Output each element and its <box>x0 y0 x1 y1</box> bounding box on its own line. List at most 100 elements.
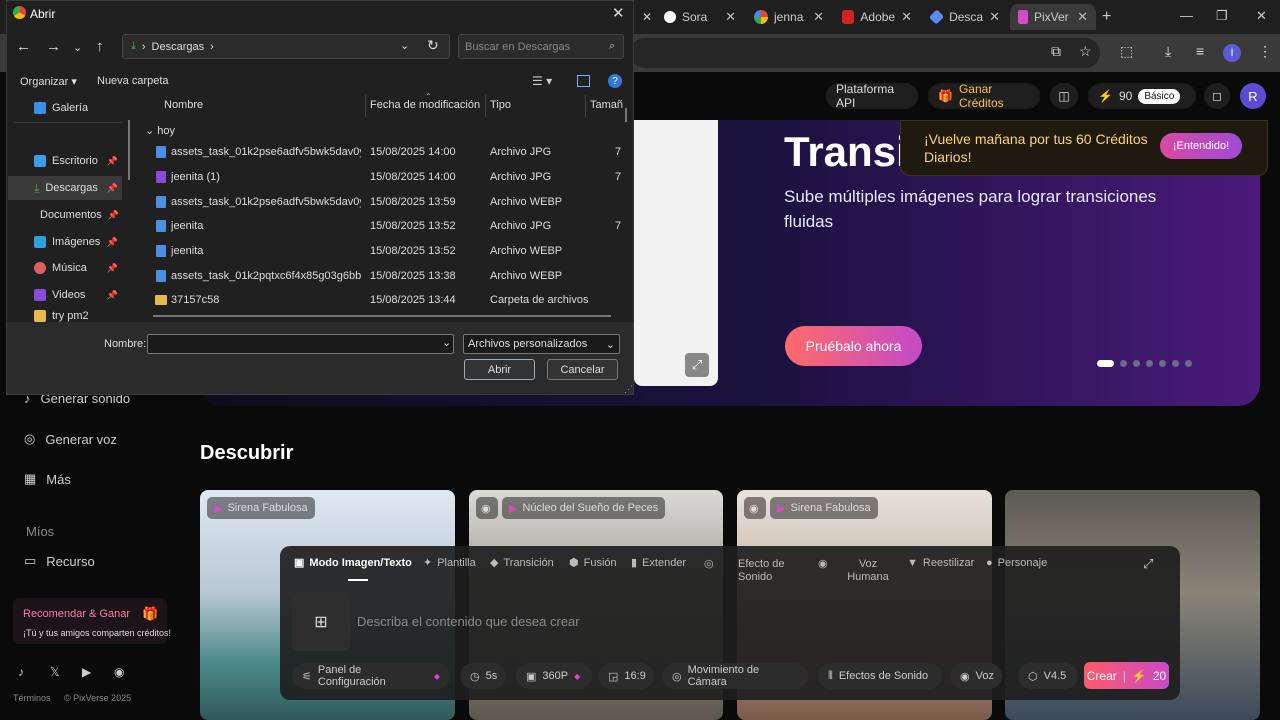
file-row[interactable]: jeenita 15/08/2025 13:52 Archivo WEBP <box>153 245 623 269</box>
view-options-icon[interactable]: ☰ ▾ <box>532 74 552 88</box>
profile-avatar[interactable]: I <box>1223 44 1241 62</box>
mode-image-text[interactable]: ▣ Modo Imagen/Texto <box>294 557 412 570</box>
carousel-dot[interactable] <box>1120 360 1127 367</box>
api-link[interactable]: Plataforma API <box>826 82 918 110</box>
mode-extend[interactable]: ▮ Extender <box>631 557 686 570</box>
carousel-dot[interactable] <box>1146 360 1153 367</box>
open-button[interactable]: Abrir <box>464 359 535 380</box>
group-header[interactable]: ⌄ hoy <box>145 124 175 137</box>
close-icon[interactable]: ✕ <box>989 9 1000 25</box>
window-close-icon[interactable]: ✕ <box>1256 8 1267 24</box>
preview-pane-icon[interactable] <box>577 75 590 87</box>
download-icon[interactable]: ⤓ <box>1165 43 1171 60</box>
file-row[interactable]: assets_task_01k2pse6adfv5bwk5dav0ygkr...… <box>153 146 623 170</box>
maximize-icon[interactable]: ❐ <box>1216 8 1228 24</box>
mode-sound-effect[interactable]: Efecto de Sonido <box>738 558 802 580</box>
column-header-type[interactable]: Tipo <box>490 99 511 111</box>
translate-icon[interactable]: ⧉ <box>1051 43 1061 60</box>
sidebar-item-recurso[interactable]: ▭ Recurso <box>24 553 95 569</box>
nav-item-downloads[interactable]: ⤓ Descargas 📌 <box>8 176 122 200</box>
organize-button[interactable]: Organizar ▾ <box>20 75 77 88</box>
sidebar-toggle-icon[interactable]: ◫ <box>1050 83 1078 109</box>
extensions-icon[interactable]: ⬚ <box>1120 43 1133 60</box>
help-icon[interactable]: ? <box>608 74 622 88</box>
x-icon[interactable]: 𝕏 <box>50 665 60 679</box>
nav-item-gallery[interactable]: Galería <box>8 96 122 120</box>
tab-downloads[interactable]: Desca ✕ <box>922 4 1008 30</box>
tab-pixverse[interactable]: PixVer ✕ <box>1010 4 1096 30</box>
chevron-down-icon[interactable]: ⌄ <box>73 41 82 54</box>
earn-credits-link[interactable]: 🎁 Ganar Créditos <box>928 82 1040 110</box>
vertical-scrollbar[interactable] <box>625 108 627 122</box>
try-now-button[interactable]: Pruébalo ahora <box>785 326 922 366</box>
resize-grip-icon[interactable]: ⋰ <box>624 384 633 395</box>
back-arrow-icon[interactable]: ← <box>16 38 31 55</box>
discord-icon[interactable]: ◉ <box>114 665 124 679</box>
mode-transition[interactable]: ◆ Transición <box>490 557 554 570</box>
nav-item-documents[interactable]: Documentos 📌 <box>8 203 122 227</box>
column-divider[interactable] <box>365 95 366 117</box>
mode-character[interactable]: ● Personaje <box>986 557 1047 570</box>
create-button[interactable]: Crear | ⚡ 20 <box>1084 662 1169 689</box>
expand-icon[interactable]: ⤢ <box>1143 556 1153 572</box>
upload-image-icon[interactable]: ⊞ <box>292 593 350 651</box>
notification-icon[interactable]: ◻ <box>1204 83 1230 109</box>
sidebar-item-generate-voice[interactable]: ◎ Generar voz <box>24 431 117 447</box>
forward-arrow-icon[interactable]: → <box>46 38 61 55</box>
close-icon[interactable]: ✕ <box>642 10 652 24</box>
terms-link[interactable]: Términos <box>13 693 51 703</box>
tab-google[interactable]: jenna ✕ <box>746 4 832 30</box>
file-row[interactable]: assets_task_01k2pqtxc6f4x85g03g6bb407...… <box>153 270 623 294</box>
carousel-dot[interactable] <box>1159 360 1166 367</box>
model-version-chip[interactable]: ⬡ V4.5 <box>1018 663 1078 689</box>
nav-item-pictures[interactable]: Imágenes 📌 <box>8 230 122 254</box>
mode-human-voice[interactable]: Voz Humana <box>843 558 893 580</box>
search-input[interactable]: Buscar en Descargas ⌕ <box>458 34 624 59</box>
mode-restyle[interactable]: ▼ Reestilizar <box>907 557 974 570</box>
voice-chip[interactable]: ◉ Voz <box>950 663 1002 689</box>
refresh-icon[interactable]: ↻ <box>427 37 439 54</box>
got-it-button[interactable]: ¡Entendido! <box>1160 133 1242 159</box>
nav-item-videos[interactable]: Videos 📌 <box>8 283 122 307</box>
sound-effects-chip[interactable]: ⦀ Efectos de Sonido <box>818 663 942 689</box>
chevron-down-icon[interactable]: ⌄ <box>442 336 451 349</box>
breadcrumb[interactable]: Descargas <box>152 41 205 53</box>
media-icon[interactable]: ≡ <box>1196 43 1204 59</box>
close-icon[interactable]: ✕ <box>612 4 625 22</box>
file-row[interactable]: assets_task_01k2pse6adfv5bwk5dav0ygkr...… <box>153 196 623 220</box>
user-avatar[interactable]: R <box>1240 83 1266 109</box>
sidebar-item-more[interactable]: ▦ Más <box>24 471 71 487</box>
nav-item-desktop[interactable]: Escritorio 📌 <box>8 149 122 173</box>
address-bar[interactable] <box>630 38 1100 68</box>
minimize-icon[interactable]: — <box>1180 8 1193 23</box>
cancel-button[interactable]: Cancelar <box>547 359 618 380</box>
close-icon[interactable]: ✕ <box>813 9 824 25</box>
file-row[interactable]: jeenita (1) 15/08/2025 14:00 Archivo JPG 7 <box>153 171 623 195</box>
carousel-dot[interactable] <box>1172 360 1179 367</box>
resolution-chip[interactable]: ▣ 360P ◆ <box>516 663 592 689</box>
close-icon[interactable]: ✕ <box>725 9 736 25</box>
carousel-dot[interactable] <box>1133 360 1140 367</box>
youtube-icon[interactable]: ▶ <box>82 665 91 679</box>
credits-badge[interactable]: ⚡ 90 Básico <box>1088 83 1196 109</box>
menu-icon[interactable]: ⋮ <box>1258 43 1272 60</box>
settings-panel-chip[interactable]: ⚟ Panel de Configuración ◆ <box>292 663 450 689</box>
column-divider[interactable] <box>485 95 486 117</box>
chevron-down-icon[interactable]: ⌄ <box>400 39 409 52</box>
new-folder-button[interactable]: Nueva carpeta <box>97 75 169 87</box>
tab-adobe[interactable]: Adobe ✕ <box>834 4 920 30</box>
scrollbar-thumb[interactable] <box>128 120 130 180</box>
nav-item-try-pm2[interactable]: try pm2 <box>8 310 122 322</box>
carousel-dot[interactable] <box>1185 360 1192 367</box>
tab-x[interactable]: ✕ <box>634 4 652 30</box>
camera-movement-chip[interactable]: ◎ Movimiento de Cámara <box>662 663 808 689</box>
file-row[interactable]: jeenita 15/08/2025 13:52 Archivo JPG 7 <box>153 220 623 244</box>
close-icon[interactable]: ✕ <box>901 9 912 25</box>
close-icon[interactable]: ✕ <box>1077 9 1088 25</box>
new-tab-button[interactable]: + <box>1102 8 1111 26</box>
prompt-input[interactable]: Describa el contenido que desea crear <box>357 614 580 629</box>
up-arrow-icon[interactable]: ↑ <box>96 38 104 55</box>
duration-chip[interactable]: ◷ 5s <box>460 663 506 689</box>
nav-item-music[interactable]: Música 📌 <box>8 256 122 280</box>
star-icon[interactable]: ☆ <box>1079 43 1092 60</box>
